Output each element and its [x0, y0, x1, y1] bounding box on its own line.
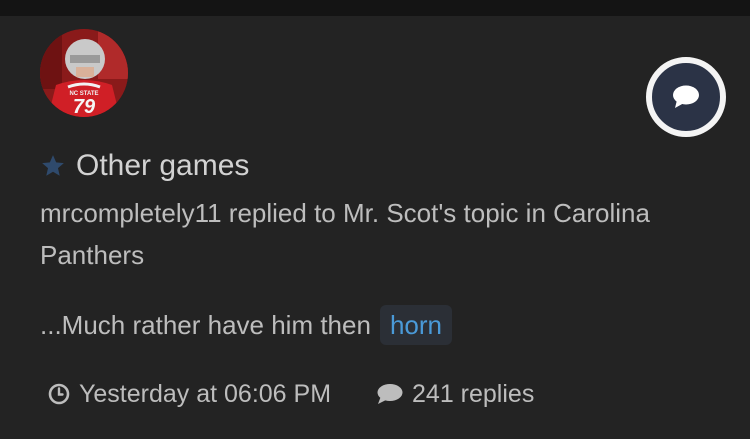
- star-icon: [42, 155, 64, 176]
- reply-count: 241 replies: [375, 380, 534, 409]
- post-excerpt: ...Much rather have him then horn: [40, 305, 452, 345]
- activity-text[interactable]: mrcompletely11 replied to Mr. Scot's top…: [40, 192, 680, 276]
- timestamp-text: Yesterday at 06:06 PM: [79, 379, 332, 408]
- avatar[interactable]: NC STATE 79: [40, 29, 128, 117]
- comment-icon: [377, 384, 403, 404]
- topic-title-row: Other games: [40, 146, 249, 186]
- reply-badge[interactable]: [646, 57, 726, 137]
- tag-chip[interactable]: horn: [379, 305, 452, 345]
- clock-icon: [48, 383, 70, 405]
- reply-count-text: 241 replies: [412, 379, 535, 408]
- timestamp: Yesterday at 06:06 PM: [48, 380, 331, 409]
- jersey-number: 79: [73, 96, 96, 117]
- excerpt-text: ...Much rather have him then: [40, 309, 371, 340]
- top-bar: [0, 0, 750, 16]
- avatar-image: NC STATE 79: [40, 29, 128, 117]
- activity-card[interactable]: NC STATE 79 Other games mrcompletely11 r…: [0, 16, 750, 439]
- topic-title-link[interactable]: Other games: [76, 146, 249, 186]
- comment-bubble-icon: [673, 85, 699, 108]
- meta-row: Yesterday at 06:06 PM 241 replies: [48, 374, 534, 414]
